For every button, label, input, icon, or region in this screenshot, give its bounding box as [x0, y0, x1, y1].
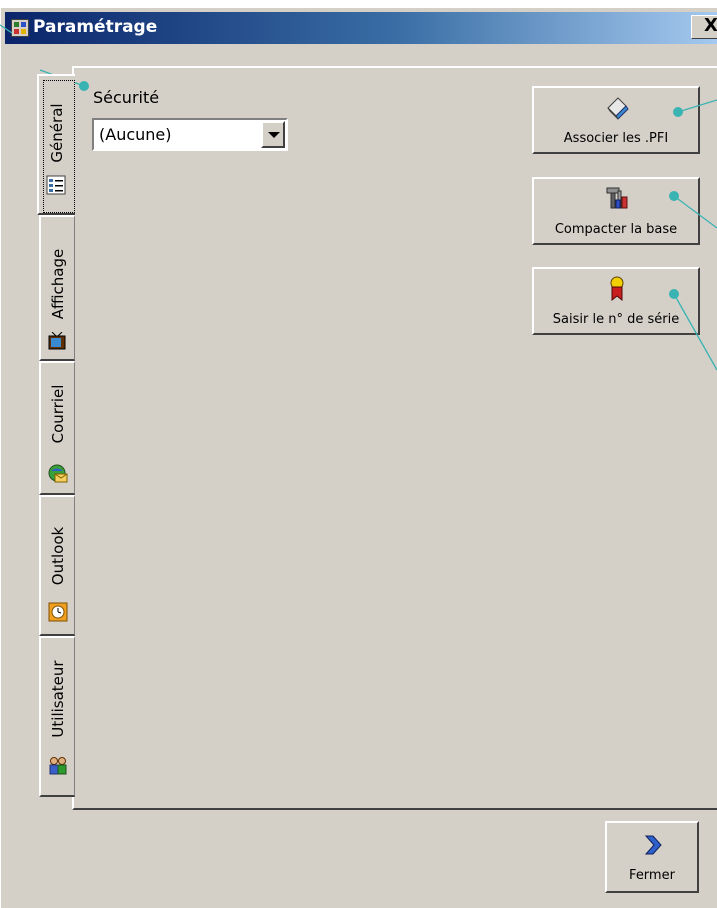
enter-serial-label: Saisir le n° de série	[552, 312, 680, 327]
eraser-icon	[604, 94, 630, 120]
settings-list-icon	[46, 175, 66, 195]
enter-serial-button[interactable]: Saisir le n° de série	[532, 267, 700, 335]
security-select-value: (Aucune)	[99, 125, 172, 144]
tab-utilisateur[interactable]: Utilisateur	[39, 636, 75, 797]
dropdown-arrow-icon[interactable]	[261, 121, 285, 148]
close-button[interactable]: Fermer	[605, 821, 699, 893]
security-select[interactable]: (Aucune)	[92, 118, 288, 151]
settings-app-icon	[11, 19, 29, 37]
security-label: Sécurité	[93, 88, 160, 107]
close-button-label: Fermer	[629, 868, 675, 883]
arrow-right-icon	[641, 833, 665, 857]
compact-database-label: Compacter la base	[554, 222, 678, 237]
award-ribbon-icon	[604, 275, 630, 302]
tab-general-label: Général	[48, 103, 66, 163]
settings-dialog: Paramétrage X Général Affichage Courriel…	[0, 7, 717, 908]
compact-database-button[interactable]: Compacter la base	[532, 177, 700, 245]
tools-icon	[604, 185, 630, 211]
associate-pfi-button[interactable]: Associer les .PFI	[532, 86, 700, 154]
tab-general[interactable]: Général	[37, 74, 75, 215]
close-window-button[interactable]: X	[691, 15, 717, 39]
associate-pfi-label: Associer les .PFI	[563, 131, 669, 146]
users-icon	[48, 756, 68, 776]
title-bar[interactable]: Paramétrage	[5, 12, 717, 44]
